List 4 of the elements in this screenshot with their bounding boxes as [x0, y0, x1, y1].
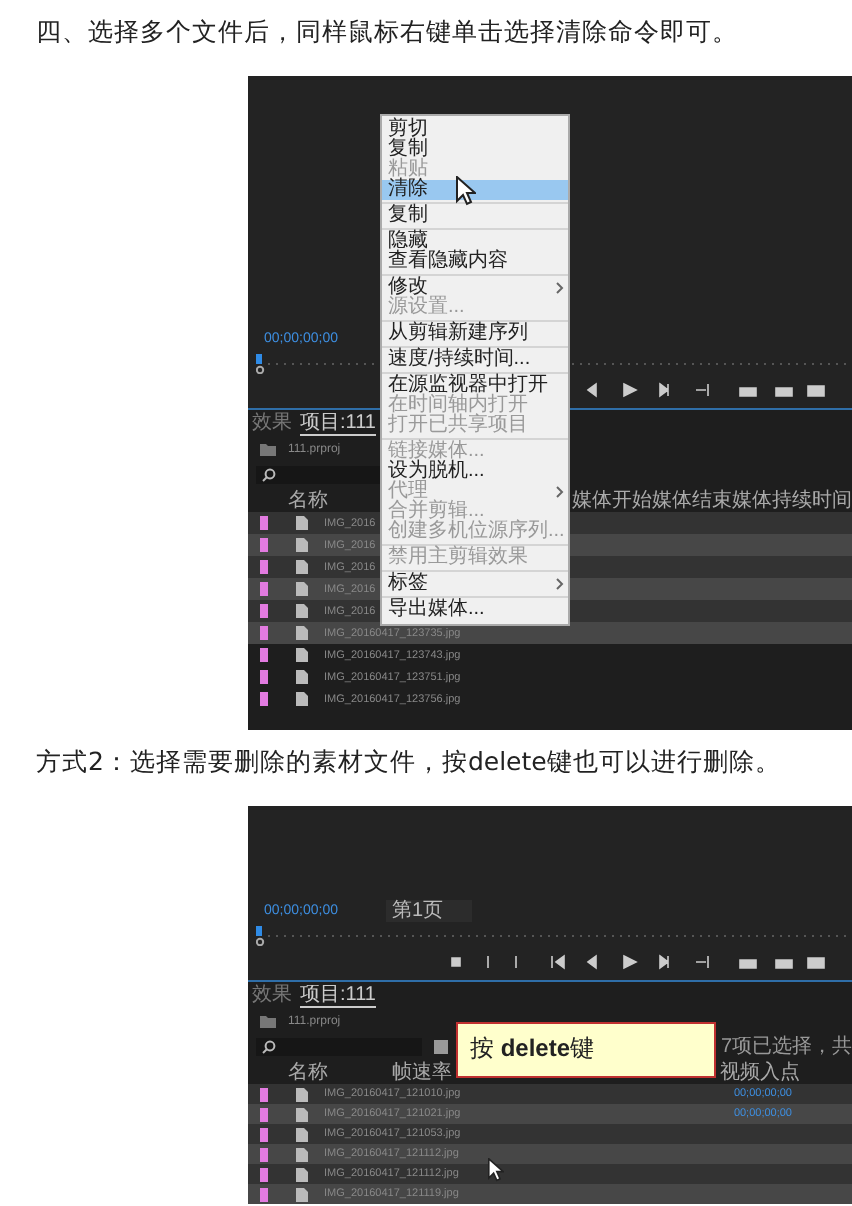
paragraph: 方式2：选择需要删除的素材文件，按delete键也可以进行删除。	[34, 744, 783, 780]
selection-count: 7项已选择，共	[720, 1036, 852, 1058]
tooltip: 按 delete键	[456, 1022, 716, 1078]
paragraph: 四、选择多个文件后，同样鼠标右键单击选择清除命令即可。	[34, 14, 740, 50]
